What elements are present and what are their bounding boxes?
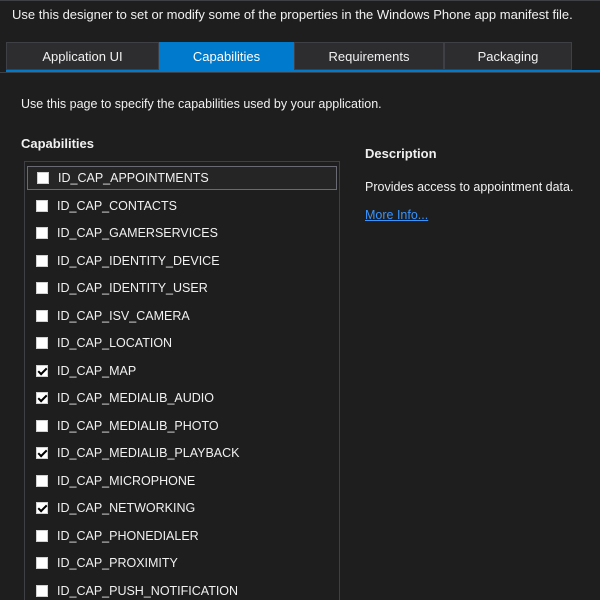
tab-packaging[interactable]: Packaging	[444, 42, 572, 70]
capability-label: ID_CAP_GAMERSERVICES	[57, 226, 218, 240]
capabilities-heading: Capabilities	[21, 136, 94, 151]
capability-item[interactable]: ID_CAP_IDENTITY_USER	[27, 276, 337, 300]
capability-item[interactable]: ID_CAP_ISV_CAMERA	[27, 304, 337, 328]
capability-checkbox[interactable]	[36, 199, 48, 212]
designer-intro-text: Use this designer to set or modify some …	[12, 7, 573, 22]
capability-item[interactable]: ID_CAP_PUSH_NOTIFICATION	[27, 579, 337, 600]
capability-label: ID_CAP_LOCATION	[57, 336, 173, 350]
capability-label: ID_CAP_APPOINTMENTS	[58, 171, 209, 185]
capabilities-list[interactable]: ID_CAP_APPOINTMENTS ID_CAP_CONTACTS ID_CAP…	[24, 161, 340, 600]
tab-requirements[interactable]: Requirements	[294, 42, 444, 70]
capability-checkbox[interactable]	[36, 419, 48, 432]
capability-label: ID_CAP_CONTACTS	[57, 198, 177, 213]
capability-label: ID_CAP_PROXIMITY	[57, 556, 178, 570]
capability-label: ID_CAP_MEDIALIB_AUDIO	[57, 391, 214, 405]
capability-item[interactable]: ID_CAP_GAMERSERVICES	[27, 221, 337, 245]
capability-item[interactable]: ID_CAP_PROXIMITY	[27, 551, 337, 575]
capability-checkbox[interactable]	[36, 447, 48, 459]
capability-label: ID_CAP_IDENTITY_DEVICE	[57, 253, 220, 268]
manifest-designer: Use this designer to set or modify some …	[0, 0, 600, 600]
capability-label: ID_CAP_MICROPHONE	[57, 473, 196, 488]
capabilities-page: Use this page to specify the capabilitie…	[0, 72, 600, 600]
capability-checkbox[interactable]	[36, 392, 48, 404]
capability-item[interactable]: ID_CAP_PHONEDIALER	[27, 524, 337, 548]
capability-label: ID_CAP_MAP	[57, 363, 137, 378]
window-top-border	[0, 0, 600, 1]
capability-checkbox[interactable]	[36, 309, 48, 322]
capability-item[interactable]: ID_CAP_MAP	[27, 359, 337, 383]
capability-label: ID_CAP_MEDIALIB_PHOTO	[57, 418, 219, 433]
capability-item[interactable]: ID_CAP_IDENTITY_DEVICE	[27, 249, 337, 273]
page-description: Use this page to specify the capabilitie…	[21, 97, 382, 111]
tab-application-ui[interactable]: Application UI	[6, 42, 159, 70]
capability-checkbox[interactable]	[36, 227, 48, 239]
capability-item[interactable]: ID_CAP_NETWORKING	[27, 496, 337, 520]
capability-item[interactable]: ID_CAP_MEDIALIB_PHOTO	[27, 414, 337, 438]
capability-item[interactable]: ID_CAP_MICROPHONE	[27, 469, 337, 493]
capability-checkbox[interactable]	[37, 172, 49, 184]
capability-label: ID_CAP_NETWORKING	[57, 501, 196, 515]
tab-capabilities[interactable]: Capabilities	[159, 42, 294, 70]
capability-checkbox[interactable]	[36, 282, 48, 294]
more-info-link[interactable]: More Info...	[365, 208, 428, 222]
capability-item[interactable]: ID_CAP_APPOINTMENTS	[27, 166, 337, 190]
capability-label: ID_CAP_MEDIALIB_PLAYBACK	[57, 446, 240, 460]
capability-checkbox[interactable]	[36, 557, 48, 569]
capability-checkbox[interactable]	[36, 584, 48, 597]
tab-strip: Application UI Capabilities Requirements…	[6, 42, 572, 72]
capability-label: ID_CAP_ISV_CAMERA	[57, 308, 190, 323]
capability-label: ID_CAP_PHONEDIALER	[57, 528, 199, 543]
capability-checkbox[interactable]	[36, 337, 48, 349]
capability-item[interactable]: ID_CAP_MEDIALIB_PLAYBACK	[27, 441, 337, 465]
description-heading: Description	[365, 146, 437, 161]
capability-checkbox[interactable]	[36, 502, 48, 514]
capability-checkbox[interactable]	[36, 474, 48, 487]
capability-item[interactable]: ID_CAP_CONTACTS	[27, 194, 337, 218]
description-text: Provides access to appointment data.	[365, 180, 574, 194]
capability-label: ID_CAP_PUSH_NOTIFICATION	[57, 583, 239, 598]
capability-checkbox[interactable]	[36, 529, 48, 542]
capability-item[interactable]: ID_CAP_LOCATION	[27, 331, 337, 355]
capability-checkbox[interactable]	[36, 254, 48, 267]
capability-label: ID_CAP_IDENTITY_USER	[57, 281, 208, 295]
capability-item[interactable]: ID_CAP_MEDIALIB_AUDIO	[27, 386, 337, 410]
capability-checkbox[interactable]	[36, 364, 48, 377]
